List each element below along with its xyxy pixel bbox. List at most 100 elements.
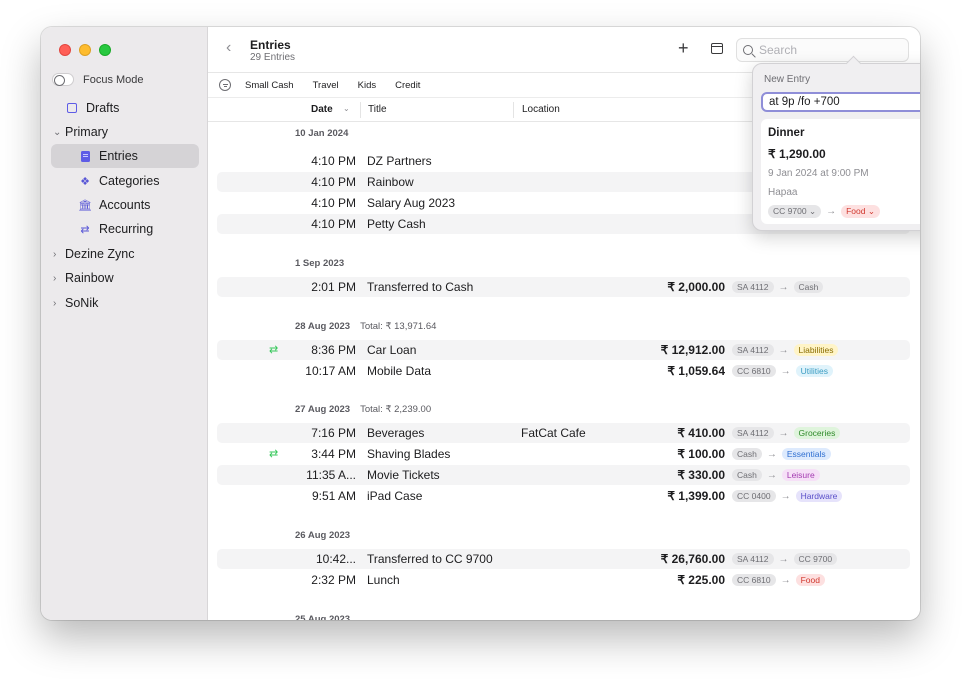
chevron-down-icon: ⌄: [808, 206, 817, 216]
column-date[interactable]: Date: [311, 104, 333, 115]
add-entry-button[interactable]: +: [678, 39, 689, 57]
entry-time: 7:16 PM: [311, 426, 356, 440]
arrow-right-icon: →: [826, 206, 837, 217]
entry-title: Movie Tickets: [367, 468, 440, 482]
arrow-right-icon: →: [778, 553, 789, 565]
group-date: 1 Sep 2023: [295, 258, 345, 269]
entry-title: Mobile Data: [367, 364, 432, 378]
entry-amount: ₹ 225.00: [677, 573, 725, 587]
entry-time: 8:36 PM: [311, 343, 356, 357]
popover-title: New Entry: [764, 74, 811, 85]
preview-date: 9 Jan 2024 at 9:00 PM: [768, 168, 869, 179]
entry-row[interactable]: 2:01 PM Transferred to Cash ₹ 2,000.00 SA 4…: [217, 277, 910, 297]
arrow-right-icon: →: [778, 281, 789, 293]
search-input[interactable]: [759, 43, 899, 57]
entry-time: 2:01 PM: [311, 280, 356, 294]
entry-row[interactable]: ⇄ 8:36 PM Car Loan ₹ 12,912.00 SA 4112 → Liabi…: [217, 340, 910, 360]
entry-title: Petty Cash: [367, 217, 426, 231]
chevron-down-icon: ⌄: [53, 126, 62, 138]
sidebar-group-label: Rainbow: [65, 271, 114, 285]
entry-amount: ₹ 2,000.00: [667, 280, 725, 294]
sidebar-item-label: Categories: [99, 174, 160, 188]
sidebar-group-primary[interactable]: ⌄ Primary: [51, 120, 199, 144]
sidebar-item-drafts[interactable]: Drafts: [51, 96, 199, 120]
entry-transfer-tags: CC 6810 → Utilities: [732, 365, 833, 377]
filter-chip-kids[interactable]: Kids: [358, 80, 376, 91]
entry-amount: ₹ 1,399.00: [667, 489, 725, 503]
column-location[interactable]: Location: [522, 104, 560, 115]
preview-category: Food: [846, 206, 866, 216]
sidebar-item-label: Recurring: [99, 222, 154, 236]
minimize-window-button[interactable]: [79, 44, 91, 56]
close-window-button[interactable]: [59, 44, 71, 56]
category-tag: Leisure: [781, 469, 820, 481]
group-total: Total: ₹ 2,239.00: [360, 404, 432, 415]
entry-amount: ₹ 12,912.00: [660, 343, 725, 357]
entry-title: Shaving Blades: [367, 447, 451, 461]
sidebar-item-categories[interactable]: ❖ Categories: [51, 169, 199, 193]
filter-chip-small-cash[interactable]: Small Cash: [245, 80, 294, 91]
category-tag: CC 9700: [793, 553, 838, 565]
preview-category-dropdown[interactable]: Food ⌄: [841, 205, 880, 218]
entry-row[interactable]: 9:51 AM iPad Case ₹ 1,399.00 CC 0400 → Hardwa…: [217, 486, 910, 506]
app-window: Focus Mode Drafts ⌄ Primary Entries ❖ Ca…: [41, 27, 920, 620]
back-icon[interactable]: ‹: [226, 39, 231, 57]
entry-row[interactable]: 2:32 PM Lunch ₹ 225.00 CC 6810 → Food: [217, 570, 910, 590]
column-divider[interactable]: [513, 102, 514, 118]
entry-transfer-tags: SA 4112 → Cash: [732, 281, 824, 293]
repeat-icon: ⇄: [80, 223, 90, 236]
date-group-header: 25 Aug 2023: [295, 614, 360, 620]
main-content: ‹ Entries 29 Entries + Small Cash Travel…: [208, 27, 920, 620]
entry-amount: ₹ 1,059.64: [667, 364, 725, 378]
sidebar-item-recurring[interactable]: ⇄ Recurring: [51, 217, 199, 241]
category-tag: Hardware: [795, 490, 843, 502]
entry-title: Lunch: [367, 573, 400, 587]
book-icon: [78, 149, 92, 163]
filter-icon[interactable]: [219, 79, 231, 91]
entry-row[interactable]: ⇄ 3:44 PM Shaving Blades ₹ 100.00 Cash → Essen…: [217, 444, 910, 464]
zoom-window-button[interactable]: [99, 44, 111, 56]
category-tag: Groceries: [793, 427, 841, 439]
window-controls: [59, 44, 111, 56]
quick-entry-input[interactable]: [761, 92, 920, 112]
inspector-toggle-icon[interactable]: [711, 43, 723, 54]
group-total: Total: ₹ 13,971.64: [360, 321, 437, 332]
from-account-tag: CC 6810: [732, 574, 776, 586]
entry-time: 4:10 PM: [311, 175, 356, 189]
entry-title: Beverages: [367, 426, 425, 440]
entry-title: Transferred to Cash: [367, 280, 474, 294]
focus-mode-toggle[interactable]: [52, 73, 74, 86]
search-field[interactable]: [736, 38, 909, 62]
filter-chip-travel[interactable]: Travel: [313, 80, 339, 91]
page-title: Entries: [250, 38, 291, 52]
entry-preview-card[interactable]: Dinner ₹ 1,290.00 9 Jan 2024 at 9:00 PM …: [761, 119, 920, 224]
sidebar-group-label: Primary: [65, 125, 109, 139]
new-entry-popover: New Entry Dinner ₹ 1,290.00 9 Jan 2024 a…: [752, 63, 920, 231]
chevron-down-icon[interactable]: ⌄: [343, 104, 350, 113]
sidebar-item-entries[interactable]: Entries: [51, 144, 199, 168]
search-icon: [743, 45, 753, 55]
recurring-icon: ⇄: [269, 344, 279, 356]
filter-chip-credit[interactable]: Credit: [395, 80, 420, 91]
preview-from-account-dropdown[interactable]: CC 9700 ⌄: [768, 205, 822, 218]
sidebar-group-dezine-zync[interactable]: › Dezine Zync: [51, 242, 199, 266]
focus-mode-label: Focus Mode: [83, 73, 144, 86]
entry-row[interactable]: 11:35 A... Movie Tickets ₹ 330.00 Cash → Leis…: [217, 465, 910, 485]
entry-time: 4:10 PM: [311, 154, 356, 168]
entry-row[interactable]: 10:42... Transferred to CC 9700 ₹ 26,760.0…: [217, 549, 910, 569]
preview-payee: Hapaa: [768, 187, 798, 198]
date-group-header: 1 Sep 2023: [295, 258, 354, 269]
entry-title: Car Loan: [367, 343, 417, 357]
group-date: 26 Aug 2023: [295, 530, 351, 541]
entry-row[interactable]: 10:17 AM Mobile Data ₹ 1,059.64 CC 6810 → Uti…: [217, 361, 910, 381]
sidebar-group-rainbow[interactable]: › Rainbow: [51, 266, 199, 290]
entry-count: 29 Entries: [250, 52, 296, 63]
entry-row[interactable]: 7:16 PM Beverages FatCat Cafe ₹ 410.00 SA 41…: [217, 423, 910, 443]
column-title[interactable]: Title: [368, 104, 387, 115]
entry-location: FatCat Cafe: [521, 426, 586, 440]
arrow-right-icon: →: [766, 469, 777, 481]
sidebar-item-label: Entries: [99, 149, 138, 163]
sidebar-item-accounts[interactable]: 🏛︎ Accounts: [51, 193, 199, 217]
sidebar-group-sonik[interactable]: › SoNik: [51, 291, 199, 315]
column-divider[interactable]: [360, 102, 361, 118]
